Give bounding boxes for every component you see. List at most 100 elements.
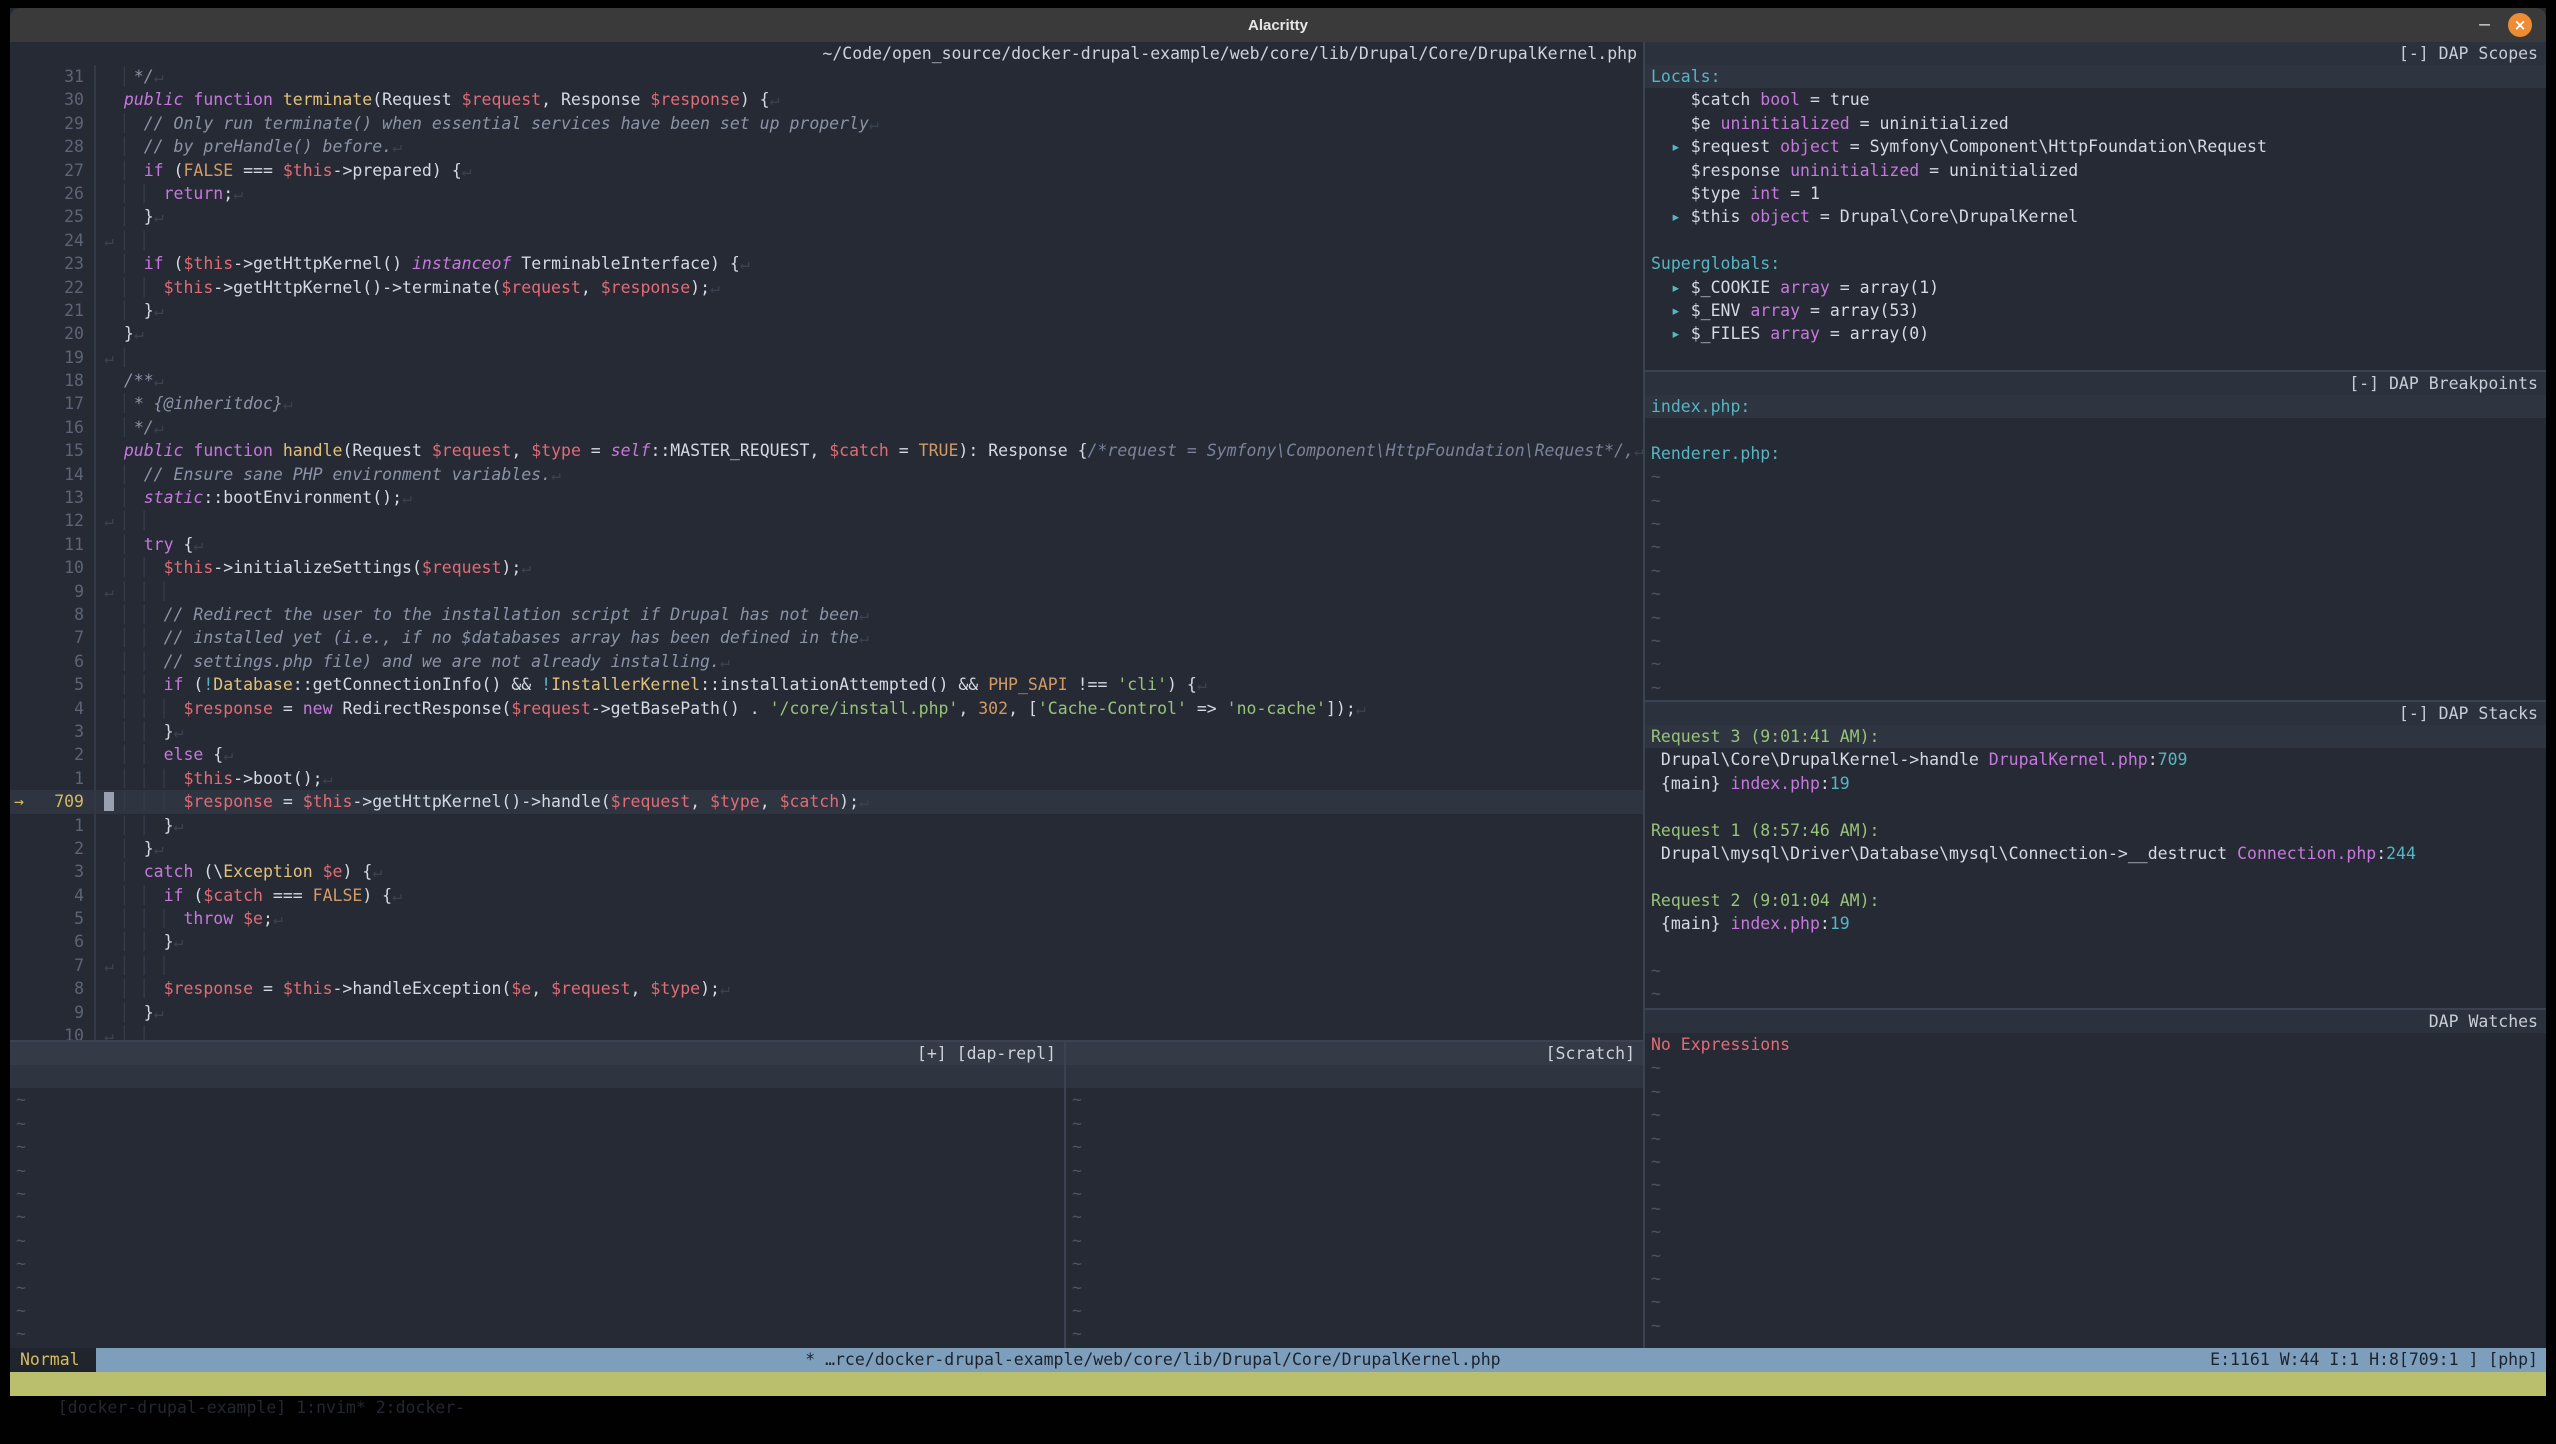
scratch-body[interactable]: ~~~~~~~~~~~: [1066, 1065, 1643, 1348]
code-line-current[interactable]: →709 ▏ ▏ ▏ $response = $this->getHttpKer…: [10, 790, 1643, 813]
scratch-line[interactable]: [1066, 1065, 1643, 1088]
dap-stacks-header[interactable]: [-] DAP Stacks: [1645, 702, 2546, 725]
dap-scope-row[interactable]: ▸ $_COOKIE array = array(1): [1645, 276, 2546, 299]
code-editor[interactable]: 31 ▏*/↵30 public function terminate(Requ…: [10, 65, 1643, 1040]
dap-scope-row[interactable]: Locals:: [1645, 65, 2546, 88]
empty-line-tilde: ~: [1066, 1135, 1643, 1158]
dap-stacks-body[interactable]: Request 3 (9:01:41 AM): Drupal\Core\Drup…: [1645, 725, 2546, 1008]
code-line[interactable]: 18 /**↵: [10, 369, 1643, 392]
code-line[interactable]: 30 public function terminate(Request $re…: [10, 88, 1643, 111]
empty-line-tilde: ~: [1645, 535, 2546, 558]
code-line[interactable]: 14 ▏ // Ensure sane PHP environment vari…: [10, 463, 1643, 486]
code-line[interactable]: 15 public function handle(Request $reque…: [10, 439, 1643, 462]
code-line[interactable]: 2 ▏ ▏ else {↵: [10, 743, 1643, 766]
dap-stack-row[interactable]: [1645, 865, 2546, 888]
code-line[interactable]: 10↵ ▏ ▏: [10, 1024, 1643, 1040]
repl-line[interactable]: [10, 1065, 1064, 1088]
statusline-filename: …rce/docker-drupal-example/web/core/lib/…: [825, 1350, 1501, 1369]
dap-stack-row[interactable]: [1645, 795, 2546, 818]
minimize-button[interactable]: –: [2479, 8, 2490, 42]
empty-line-tilde: ~: [10, 1299, 1064, 1322]
dap-watches-header[interactable]: DAP Watches: [1645, 1010, 2546, 1033]
code-line[interactable]: 23 ▏ if ($this->getHttpKernel() instance…: [10, 252, 1643, 275]
dap-scope-row[interactable]: $catch bool = true: [1645, 88, 2546, 111]
dap-scope-row[interactable]: $response uninitialized = uninitialized: [1645, 159, 2546, 182]
empty-line-tilde: ~: [1066, 1088, 1643, 1111]
dap-stack-row[interactable]: {main} index.php:19: [1645, 772, 2546, 795]
code-line[interactable]: 6 ▏ ▏ }↵: [10, 930, 1643, 953]
dap-stacks-section: [-] DAP Stacks Request 3 (9:01:41 AM): D…: [1645, 700, 2546, 1008]
dap-scope-row[interactable]: $type int = 1: [1645, 182, 2546, 205]
code-line[interactable]: 10 ▏ ▏ $this->initializeSettings($reques…: [10, 556, 1643, 579]
code-line[interactable]: 8 ▏ ▏ $response = $this->handleException…: [10, 977, 1643, 1000]
dap-scopes-body[interactable]: Locals: $catch bool = true $e uninitiali…: [1645, 65, 2546, 370]
dap-breakpoints-header[interactable]: [-] DAP Breakpoints: [1645, 372, 2546, 395]
code-line[interactable]: 13 ▏ static::bootEnvironment();↵: [10, 486, 1643, 509]
code-line[interactable]: 2 ▏ }↵: [10, 837, 1643, 860]
code-line[interactable]: 22 ▏ ▏ $this->getHttpKernel()->terminate…: [10, 276, 1643, 299]
code-line[interactable]: 1 ▏ ▏ }↵: [10, 814, 1643, 837]
dap-watches-body[interactable]: No Expressions~~~~~~~~~~~~: [1645, 1033, 2546, 1348]
code-line[interactable]: 7↵ ▏ ▏ ▏: [10, 954, 1643, 977]
code-line[interactable]: 28 ▏ // by preHandle() before.↵: [10, 135, 1643, 158]
code-line[interactable]: 26 ▏ ▏ return;↵: [10, 182, 1643, 205]
scratch-pane[interactable]: [Scratch] ~~~~~~~~~~~: [1066, 1042, 1643, 1348]
code-line[interactable]: 8 ▏ ▏ // Redirect the user to the instal…: [10, 603, 1643, 626]
dap-repl-body[interactable]: ~~~~~~~~~~~: [10, 1065, 1064, 1348]
code-line[interactable]: 3 ▏ catch (\Exception $e) {↵: [10, 860, 1643, 883]
dap-stack-row[interactable]: [1645, 936, 2546, 959]
code-line[interactable]: 1 ▏ ▏ ▏ $this->boot();↵: [10, 767, 1643, 790]
dap-breakpoint-row[interactable]: index.php:: [1645, 395, 2546, 418]
code-line[interactable]: 24↵ ▏ ▏: [10, 229, 1643, 252]
dap-stack-row[interactable]: Drupal\mysql\Driver\Database\mysql\Conne…: [1645, 842, 2546, 865]
dap-stack-row[interactable]: {main} index.php:19: [1645, 912, 2546, 935]
modified-icon: *: [805, 1350, 815, 1369]
dap-scope-row[interactable]: [1645, 346, 2546, 369]
dap-watches-section: DAP Watches No Expressions~~~~~~~~~~~~: [1645, 1008, 2546, 1348]
empty-line-tilde: ~: [1645, 959, 2546, 982]
dap-stack-row[interactable]: Request 2 (9:01:04 AM):: [1645, 889, 2546, 912]
code-line[interactable]: 4 ▏ ▏ if ($catch === FALSE) {↵: [10, 884, 1643, 907]
dap-stack-row[interactable]: Request 3 (9:01:41 AM):: [1645, 725, 2546, 748]
dap-repl-pane[interactable]: [+] [dap-repl] ~~~~~~~~~~~: [10, 1042, 1066, 1348]
code-line[interactable]: 5 ▏ ▏ ▏ throw $e;↵: [10, 907, 1643, 930]
code-line[interactable]: 20 }↵: [10, 322, 1643, 345]
code-line[interactable]: 25 ▏ }↵: [10, 205, 1643, 228]
tmux-statusbar: [docker-drupal-example]1:nvim* 2:docker-: [10, 1372, 2546, 1396]
code-line[interactable]: 27 ▏ if (FALSE === $this->prepared) {↵: [10, 159, 1643, 182]
dap-breakpoint-row[interactable]: [1645, 418, 2546, 441]
dap-stack-row[interactable]: Request 1 (8:57:46 AM):: [1645, 819, 2546, 842]
code-line[interactable]: 17 ▏* {@inheritdoc}↵: [10, 392, 1643, 415]
dap-scope-row[interactable]: ▸ $request object = Symfony\Component\Ht…: [1645, 135, 2546, 158]
dap-scope-row[interactable]: ▸ $_ENV array = array(53): [1645, 299, 2546, 322]
file-path-bar: ~/Code/open_source/docker-drupal-example…: [10, 42, 1643, 65]
code-line[interactable]: 4 ▏ ▏ ▏ $response = new RedirectResponse…: [10, 697, 1643, 720]
code-line[interactable]: 19↵ ▏: [10, 346, 1643, 369]
code-line[interactable]: 31 ▏*/↵: [10, 65, 1643, 88]
code-line[interactable]: 5 ▏ ▏ if (!Database::getConnectionInfo()…: [10, 673, 1643, 696]
close-button[interactable]: ×: [2508, 13, 2532, 37]
dap-scope-row[interactable]: Superglobals:: [1645, 252, 2546, 275]
dap-scope-row[interactable]: [1645, 229, 2546, 252]
dap-breakpoints-body[interactable]: index.php:Renderer.php:~~~~~~~~~~: [1645, 395, 2546, 700]
dap-scope-row[interactable]: ▸ $_FILES array = array(0): [1645, 322, 2546, 345]
dap-stack-row[interactable]: Drupal\Core\DrupalKernel->handle DrupalK…: [1645, 748, 2546, 771]
code-line[interactable]: 7 ▏ ▏ // installed yet (i.e., if no $dat…: [10, 626, 1643, 649]
code-line[interactable]: 21 ▏ }↵: [10, 299, 1643, 322]
code-line[interactable]: 16 ▏*/↵: [10, 416, 1643, 439]
code-line[interactable]: 12↵ ▏ ▏: [10, 509, 1643, 532]
dap-scope-row[interactable]: $e uninitialized = uninitialized: [1645, 112, 2546, 135]
code-line[interactable]: 3 ▏ ▏ }↵: [10, 720, 1643, 743]
dap-scopes-header[interactable]: [-] DAP Scopes: [1645, 42, 2546, 65]
code-line[interactable]: 11 ▏ try {↵: [10, 533, 1643, 556]
dap-watch-row[interactable]: No Expressions: [1645, 1033, 2546, 1056]
code-line[interactable]: 9 ▏ }↵: [10, 1001, 1643, 1024]
dap-scope-row[interactable]: ▸ $this object = Drupal\Core\DrupalKerne…: [1645, 205, 2546, 228]
empty-line-tilde: ~: [10, 1276, 1064, 1299]
code-line[interactable]: 29 ▏ // Only run terminate() when essent…: [10, 112, 1643, 135]
code-line[interactable]: 6 ▏ ▏ // settings.php file) and we are n…: [10, 650, 1643, 673]
dap-breakpoint-row[interactable]: Renderer.php:: [1645, 442, 2546, 465]
empty-line-tilde: ~: [1645, 465, 2546, 488]
tmux-window-list[interactable]: 1:nvim* 2:docker-: [296, 1398, 465, 1417]
code-line[interactable]: 9↵ ▏ ▏ ▏: [10, 580, 1643, 603]
